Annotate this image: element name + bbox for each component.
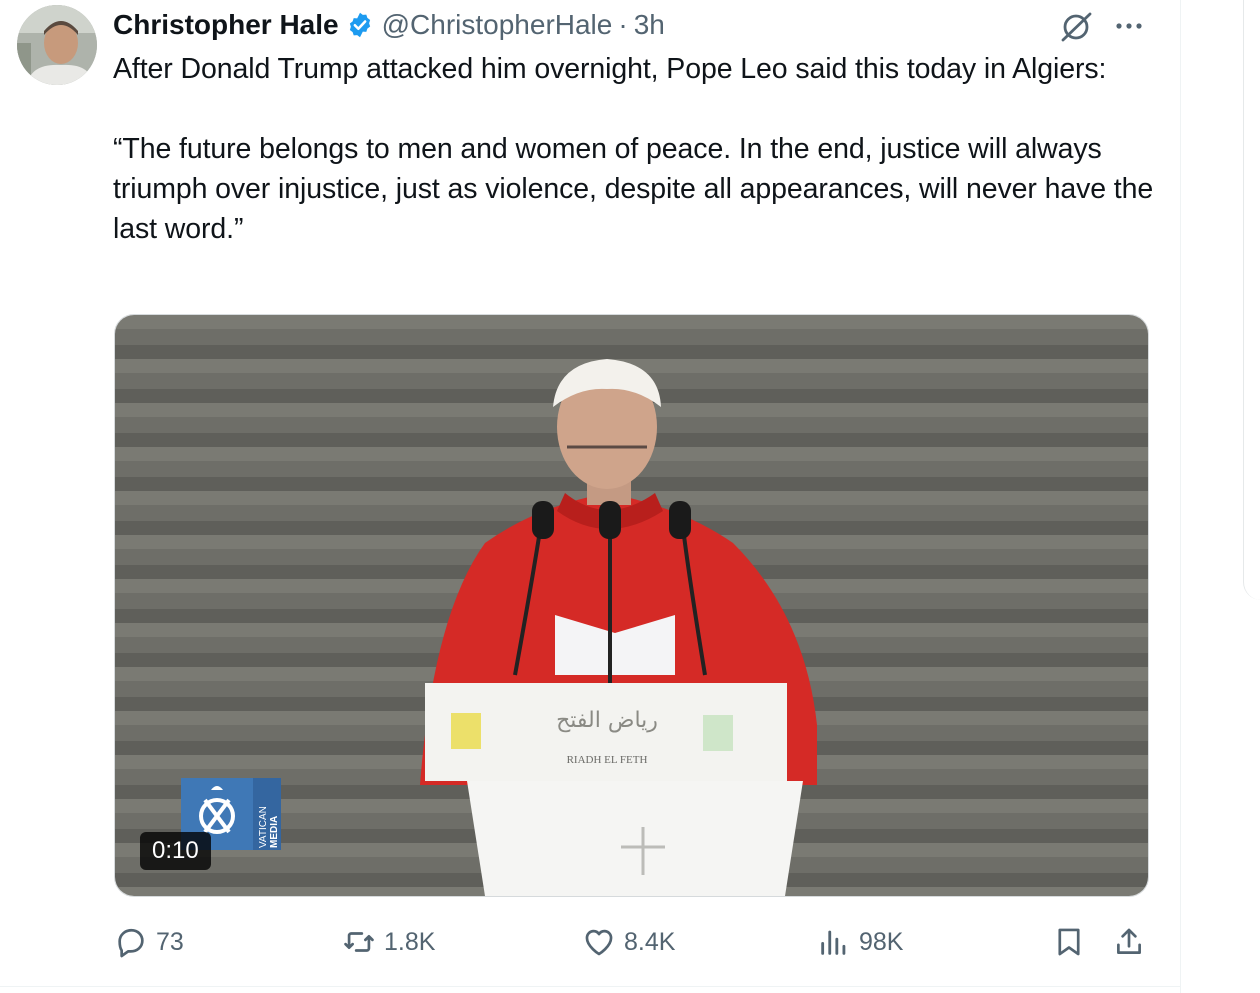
like-button[interactable]: 8.4K bbox=[582, 920, 675, 964]
views-icon bbox=[821, 930, 846, 955]
bookmark-icon bbox=[1058, 928, 1080, 956]
header-separator: · bbox=[618, 9, 628, 40]
reply-icon bbox=[118, 928, 144, 958]
share-button[interactable] bbox=[1112, 920, 1154, 964]
avatar-image bbox=[17, 5, 97, 85]
repost-count: 1.8K bbox=[384, 927, 436, 956]
grok-icon[interactable] bbox=[1058, 11, 1094, 43]
podium-arabic: رياض الفتح bbox=[556, 708, 658, 733]
more-icon[interactable] bbox=[1112, 14, 1146, 38]
tweet-header: Christopher Hale @ChristopherHale · 3h bbox=[113, 6, 665, 44]
logo-text-vatican: VATICAN bbox=[258, 806, 269, 848]
repost-icon bbox=[344, 932, 374, 952]
tweet-text-quote: “The future belongs to men and women of … bbox=[113, 133, 1154, 245]
views-button[interactable]: 98K bbox=[817, 920, 903, 964]
podium-text: RIADH EL FETH bbox=[567, 754, 648, 766]
sidebar-edge bbox=[1243, 0, 1260, 600]
verified-icon bbox=[349, 12, 370, 38]
video-timestamp: 0:10 bbox=[140, 832, 211, 870]
author-name[interactable]: Christopher Hale bbox=[113, 9, 339, 41]
view-count: 98K bbox=[859, 927, 904, 956]
logo-text-media: MEDIA bbox=[269, 816, 280, 848]
tweet-bottom-divider bbox=[0, 986, 1180, 987]
reply-count: 73 bbox=[156, 927, 184, 956]
like-count: 8.4K bbox=[624, 927, 676, 956]
avatar[interactable] bbox=[17, 5, 97, 85]
tweet-text-intro: After Donald Trump attacked him overnigh… bbox=[113, 53, 1107, 85]
column-divider bbox=[1180, 0, 1181, 993]
author-handle[interactable]: @ChristopherHale bbox=[382, 9, 613, 41]
video-player[interactable]: رياض الفتح RIADH EL FETH VATICAN MEDIA 0… bbox=[114, 314, 1149, 897]
tweet-text: After Donald Trump attacked him overnigh… bbox=[113, 49, 1163, 249]
repost-button[interactable]: 1.8K bbox=[342, 920, 435, 964]
bookmark-button[interactable] bbox=[1052, 920, 1094, 964]
share-icon bbox=[1117, 928, 1141, 954]
reply-button[interactable]: 73 bbox=[114, 920, 184, 964]
post-time[interactable]: 3h bbox=[634, 9, 665, 41]
like-icon bbox=[585, 929, 613, 956]
action-bar: 73 1.8K 8.4K 98K bbox=[0, 920, 1180, 964]
